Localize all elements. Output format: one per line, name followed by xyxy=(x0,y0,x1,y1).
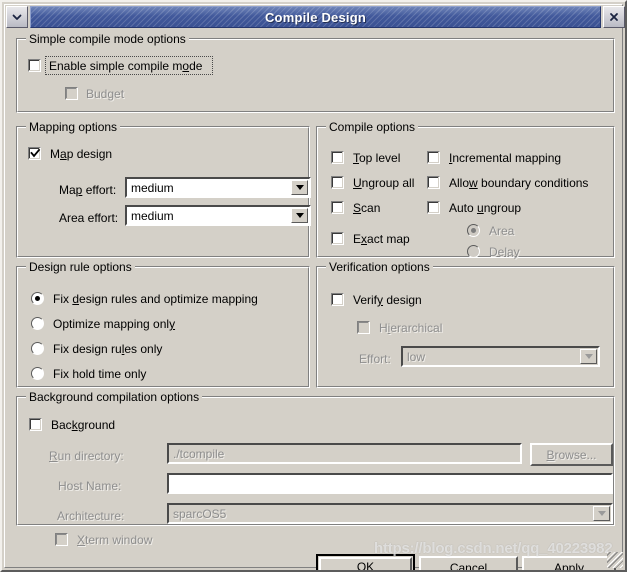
window-title: Compile Design xyxy=(264,9,367,25)
chevron-down-icon[interactable] xyxy=(291,180,308,195)
label-xterm-window: Xterm window xyxy=(77,533,153,547)
apply-button[interactable]: Apply xyxy=(522,556,616,572)
label-effort: Effort: xyxy=(359,352,391,366)
group-compile-options: Compile options Top level Ungroup all Sc… xyxy=(316,120,615,259)
label-map-effort: Map effort: xyxy=(59,183,117,197)
checkbox-scan[interactable] xyxy=(331,201,344,214)
checkbox-auto-ungroup[interactable] xyxy=(427,201,440,214)
apply-button-label: Apply xyxy=(553,561,585,572)
label-map-design: Map design xyxy=(50,147,113,161)
combo-map-effort-value: medium xyxy=(131,180,174,195)
group-title-verification: Verification options xyxy=(326,260,433,274)
group-title-simple-compile: Simple compile mode options xyxy=(26,32,189,46)
check-icon xyxy=(30,148,41,158)
combo-architecture-value: sparcOS5 xyxy=(173,506,227,521)
label-fix-hold-time-only: Fix hold time only xyxy=(53,367,147,381)
radio-fix-design-rules-only[interactable] xyxy=(31,342,44,355)
ok-button-face: OK xyxy=(319,557,412,572)
cancel-button[interactable]: Cancel xyxy=(419,556,518,572)
title-strip[interactable]: Compile Design xyxy=(30,6,601,28)
radio-optimize-mapping-only[interactable] xyxy=(31,317,44,330)
label-ungroup-area: Area xyxy=(489,224,515,238)
label-scan: Scan xyxy=(353,201,381,215)
group-simple-compile-mode: Simple compile mode options Enable simpl… xyxy=(16,32,615,113)
checkbox-exact-map[interactable] xyxy=(331,232,344,245)
combo-area-effort-value: medium xyxy=(131,208,174,223)
radio-ungroup-area[interactable] xyxy=(467,224,480,237)
label-architecture: Architecture: xyxy=(57,509,125,523)
radio-dot-icon xyxy=(35,296,40,301)
label-exact-map: Exact map xyxy=(353,232,410,246)
dialog-content: Simple compile mode options Enable simpl… xyxy=(6,30,625,570)
radio-dot-icon xyxy=(471,228,476,233)
label-fix-design-rules-and-optimize-mapping: Fix design rules and optimize mapping xyxy=(53,292,258,306)
cancel-button-label: Cancel xyxy=(449,561,488,572)
combo-map-effort[interactable]: medium xyxy=(125,177,311,198)
label-incremental-mapping: Incremental mapping xyxy=(449,151,562,165)
label-hierarchical: Hierarchical xyxy=(379,321,443,335)
checkbox-top-level[interactable] xyxy=(331,151,344,164)
checkbox-hierarchical[interactable] xyxy=(357,321,370,334)
group-title-mapping: Mapping options xyxy=(26,120,121,134)
group-title-background: Background compilation options xyxy=(26,390,203,404)
group-title-compile: Compile options xyxy=(326,120,419,134)
input-run-directory-value: ./tcompile xyxy=(173,446,225,461)
checkbox-verify-design[interactable] xyxy=(331,293,344,306)
browse-button-label: Browse... xyxy=(546,447,597,462)
input-host-name[interactable] xyxy=(167,473,613,494)
label-fix-design-rules-only: Fix design rules only xyxy=(53,342,163,356)
ok-button[interactable]: OK xyxy=(316,554,415,572)
label-auto-ungroup: Auto ungroup xyxy=(449,201,522,215)
group-verification-options: Verification options Verify design Hiera… xyxy=(316,260,615,388)
combo-area-effort[interactable]: medium xyxy=(125,205,311,226)
checkbox-enable-simple-compile-mode[interactable] xyxy=(28,59,41,72)
label-allow-boundary-conditions: Allow boundary conditions xyxy=(449,176,589,190)
label-budget: Budget xyxy=(86,87,125,101)
compile-design-window: Compile Design Simple compile mode optio… xyxy=(0,0,627,572)
combo-verification-effort[interactable]: low xyxy=(401,346,600,367)
checkbox-xterm-window[interactable] xyxy=(55,533,68,546)
label-area-effort: Area effort: xyxy=(59,211,119,225)
label-verify-design: Verify design xyxy=(353,293,422,307)
label-optimize-mapping-only: Optimize mapping only xyxy=(53,317,176,331)
label-background: Background xyxy=(51,418,116,432)
group-mapping-options: Mapping options Map design Map effort: m… xyxy=(16,120,311,258)
ok-button-label: OK xyxy=(356,560,375,572)
label-host-name: Host Name: xyxy=(58,479,122,493)
label-ungroup-delay: Delay xyxy=(489,245,520,259)
group-title-design-rule: Design rule options xyxy=(26,260,135,274)
checkbox-background[interactable] xyxy=(29,418,42,431)
combo-architecture[interactable]: sparcOS5 xyxy=(167,503,613,524)
checkbox-incremental-mapping[interactable] xyxy=(427,151,440,164)
titlebar: Compile Design xyxy=(6,6,625,28)
chevron-down-icon[interactable] xyxy=(580,349,597,364)
input-run-directory[interactable]: ./tcompile xyxy=(167,443,522,464)
checkbox-ungroup-all[interactable] xyxy=(331,176,344,189)
browse-button[interactable]: Browse... xyxy=(530,443,613,466)
label-run-directory: Run directory: xyxy=(49,449,124,463)
radio-fix-hold-time-only[interactable] xyxy=(31,367,44,380)
chevron-down-icon[interactable] xyxy=(291,208,308,223)
chevron-down-icon[interactable] xyxy=(593,506,610,521)
radio-fix-design-rules-and-optimize-mapping[interactable] xyxy=(31,292,44,305)
label-enable-simple-compile-mode: Enable simple compile mode xyxy=(49,59,203,73)
chevron-down-icon[interactable] xyxy=(6,6,28,28)
label-ungroup-all: Ungroup all xyxy=(353,176,415,190)
group-design-rule-options: Design rule options Fix design rules and… xyxy=(16,260,310,388)
checkbox-budget[interactable] xyxy=(65,87,78,100)
checkbox-allow-boundary-conditions[interactable] xyxy=(427,176,440,189)
combo-verification-effort-value: low xyxy=(407,349,426,364)
group-background-compilation-options: Background compilation options Backgroun… xyxy=(16,390,615,547)
close-icon[interactable] xyxy=(603,6,625,28)
radio-ungroup-delay[interactable] xyxy=(467,245,480,258)
label-top-level: Top level xyxy=(353,151,401,165)
checkbox-map-design[interactable] xyxy=(28,147,41,160)
